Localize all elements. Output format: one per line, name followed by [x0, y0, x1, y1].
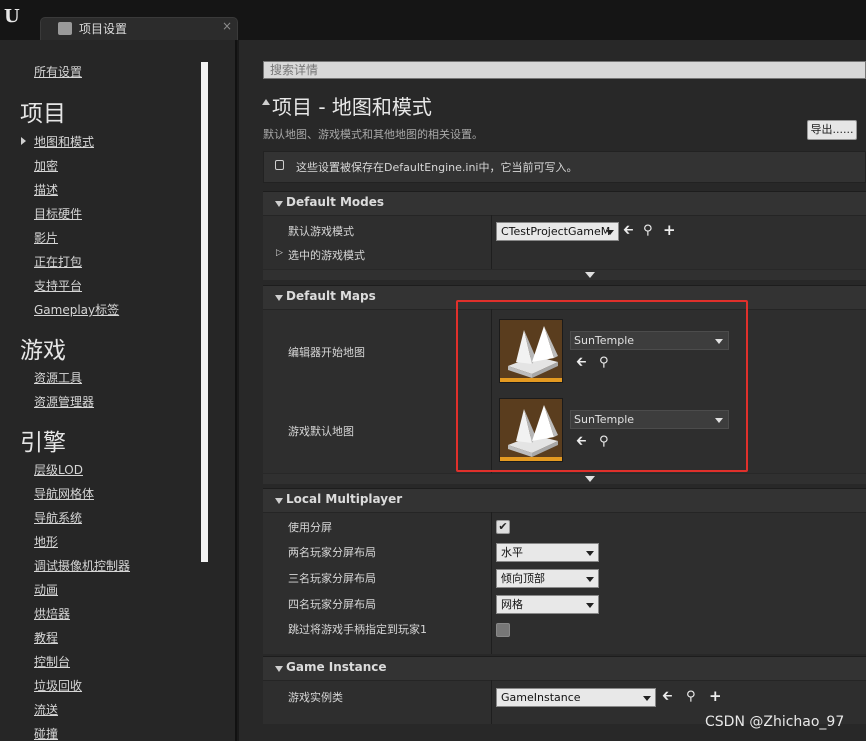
expand-down-icon — [585, 272, 595, 278]
nav-item-target-hardware[interactable]: 目标硬件 — [34, 205, 82, 222]
chevron-down-icon — [586, 603, 594, 608]
red-highlight-box — [456, 300, 748, 472]
skip-gamepad-checkbox[interactable] — [496, 623, 510, 637]
nav-item-encryption[interactable]: 加密 — [34, 157, 58, 174]
category-game-instance[interactable]: Game Instance — [263, 656, 866, 680]
category-default-modes[interactable]: Default Modes — [263, 191, 866, 215]
game-instance-class-combo[interactable]: GameInstance — [496, 688, 656, 707]
nav-item-navmesh[interactable]: 导航网格体 — [34, 485, 94, 502]
chevron-down-icon — [586, 551, 594, 556]
nav-all-settings[interactable]: 所有设置 — [34, 63, 82, 80]
category-title: Local Multiplayer — [286, 492, 403, 506]
nav-section-project: 项目 — [20, 101, 66, 127]
nav-item-gameplay-tags[interactable]: Gameplay标签 — [34, 301, 119, 318]
config-notice-text: 这些设置被保存在DefaultEngine.ini中，它当前可写入。 — [296, 161, 578, 174]
category-title: Game Instance — [286, 660, 387, 674]
tab-project-settings[interactable]: 项目设置 × — [40, 17, 238, 40]
use-splitscreen-checkbox[interactable]: ✔ — [496, 520, 510, 534]
nav-item-cooker[interactable]: 烘焙器 — [34, 605, 70, 622]
page-description: 默认地图、游戏模式和其他地图的相关设置。 — [263, 128, 483, 141]
collapse-arrow-icon — [275, 295, 283, 301]
game-default-map-label: 游戏默认地图 — [288, 425, 354, 438]
four-player-layout-label: 四名玩家分屏布局 — [288, 598, 376, 611]
nav-item-tutorials[interactable]: 教程 — [34, 629, 58, 646]
expand-down-icon — [585, 476, 595, 482]
search-input[interactable]: 搜索详情 — [263, 61, 866, 79]
nav-item-streaming[interactable]: 流送 — [34, 701, 58, 718]
chevron-down-icon — [586, 577, 594, 582]
selected-game-mode-label[interactable]: 选中的游戏模式 — [288, 247, 365, 263]
nav-item-debug-camera[interactable]: 调试摄像机控制器 — [34, 557, 130, 574]
combo-value: 倾向顶部 — [501, 572, 545, 585]
page-title: 项目 - 地图和模式 — [272, 95, 432, 119]
two-player-layout-label: 两名玩家分屏布局 — [288, 546, 376, 559]
nav-selected-arrow-icon — [21, 137, 26, 145]
nav-item-garbage-collection[interactable]: 垃圾回收 — [34, 677, 82, 694]
category-local-multiplayer[interactable]: Local Multiplayer — [263, 488, 866, 512]
nav-section-engine: 引擎 — [20, 430, 66, 456]
nav-item-animation[interactable]: 动画 — [34, 581, 58, 598]
nav-item-supported-platforms[interactable]: 支持平台 — [34, 277, 82, 294]
chevron-down-icon — [606, 230, 614, 235]
use-splitscreen-label: 使用分屏 — [288, 521, 332, 534]
nav-scrollbar[interactable] — [201, 62, 208, 562]
nav-item-maps-modes[interactable]: 地图和模式 — [34, 133, 94, 150]
default-game-mode-label: 默认游戏模式 — [288, 225, 354, 238]
use-selected-arrow-icon[interactable]: 🡰 — [662, 690, 673, 704]
collapse-arrow-icon — [275, 498, 283, 504]
two-player-layout-select[interactable]: 水平 — [496, 543, 599, 562]
collapse-arrow-icon — [275, 201, 283, 207]
nav-item-hlod[interactable]: 层级LOD — [34, 461, 83, 478]
nav-section-game: 游戏 — [20, 338, 66, 364]
tab-close-icon[interactable]: × — [222, 19, 232, 33]
nav-item-description[interactable]: 描述 — [34, 181, 58, 198]
nav-item-asset-tools[interactable]: 资源工具 — [34, 369, 82, 386]
nav-item-nav-system[interactable]: 导航系统 — [34, 509, 82, 526]
combo-value: 网格 — [501, 598, 523, 611]
combo-value: CTestProjectGameM — [501, 225, 611, 238]
add-plus-icon[interactable]: + — [663, 223, 676, 238]
column-divider — [491, 680, 492, 724]
nav-item-packaging[interactable]: 正在打包 — [34, 253, 82, 270]
unreal-logo-icon[interactable]: U — [4, 6, 26, 30]
editor-startup-map-label: 编辑器开始地图 — [288, 346, 365, 359]
unlock-icon — [275, 160, 284, 170]
expand-arrow-icon[interactable]: ▷ — [276, 248, 283, 258]
nav-item-asset-manager[interactable]: 资源管理器 — [34, 393, 94, 410]
three-player-layout-select[interactable]: 倾向顶部 — [496, 569, 599, 588]
browse-magnifier-icon[interactable]: ⚲ — [643, 224, 653, 238]
three-player-layout-label: 三名玩家分屏布局 — [288, 572, 376, 585]
nav-item-landscape[interactable]: 地形 — [34, 533, 58, 550]
export-button[interactable]: 导出...... — [807, 120, 857, 140]
column-divider — [491, 512, 492, 654]
nav-item-collision[interactable]: 碰撞 — [34, 725, 58, 741]
game-instance-class-label: 游戏实例类 — [288, 691, 343, 704]
nav-item-console[interactable]: 控制台 — [34, 653, 70, 670]
chevron-down-icon — [643, 696, 651, 701]
combo-value: GameInstance — [501, 691, 581, 704]
nav-item-movies[interactable]: 影片 — [34, 229, 58, 246]
skip-gamepad-label: 跳过将游戏手柄指定到玩家1 — [288, 623, 427, 636]
tab-label: 项目设置 — [79, 22, 128, 36]
four-player-layout-select[interactable]: 网格 — [496, 595, 599, 614]
browse-magnifier-icon[interactable]: ⚲ — [686, 690, 696, 704]
category-title: Default Maps — [286, 289, 376, 303]
default-game-mode-combo[interactable]: CTestProjectGameM — [496, 222, 619, 241]
title-bar: U 项目设置 × — [0, 0, 866, 40]
add-plus-icon[interactable]: + — [709, 689, 722, 704]
csdn-watermark: CSDN @Zhichao_97 — [705, 714, 845, 730]
use-selected-arrow-icon[interactable]: 🡰 — [623, 224, 634, 238]
title-collapse-icon[interactable] — [262, 99, 270, 105]
advanced-expander[interactable] — [263, 270, 866, 280]
combo-value: 水平 — [501, 546, 523, 559]
collapse-arrow-icon — [275, 666, 283, 672]
column-divider — [491, 215, 492, 269]
settings-gear-icon — [58, 22, 72, 35]
category-title: Default Modes — [286, 195, 385, 209]
advanced-expander[interactable] — [263, 474, 866, 484]
